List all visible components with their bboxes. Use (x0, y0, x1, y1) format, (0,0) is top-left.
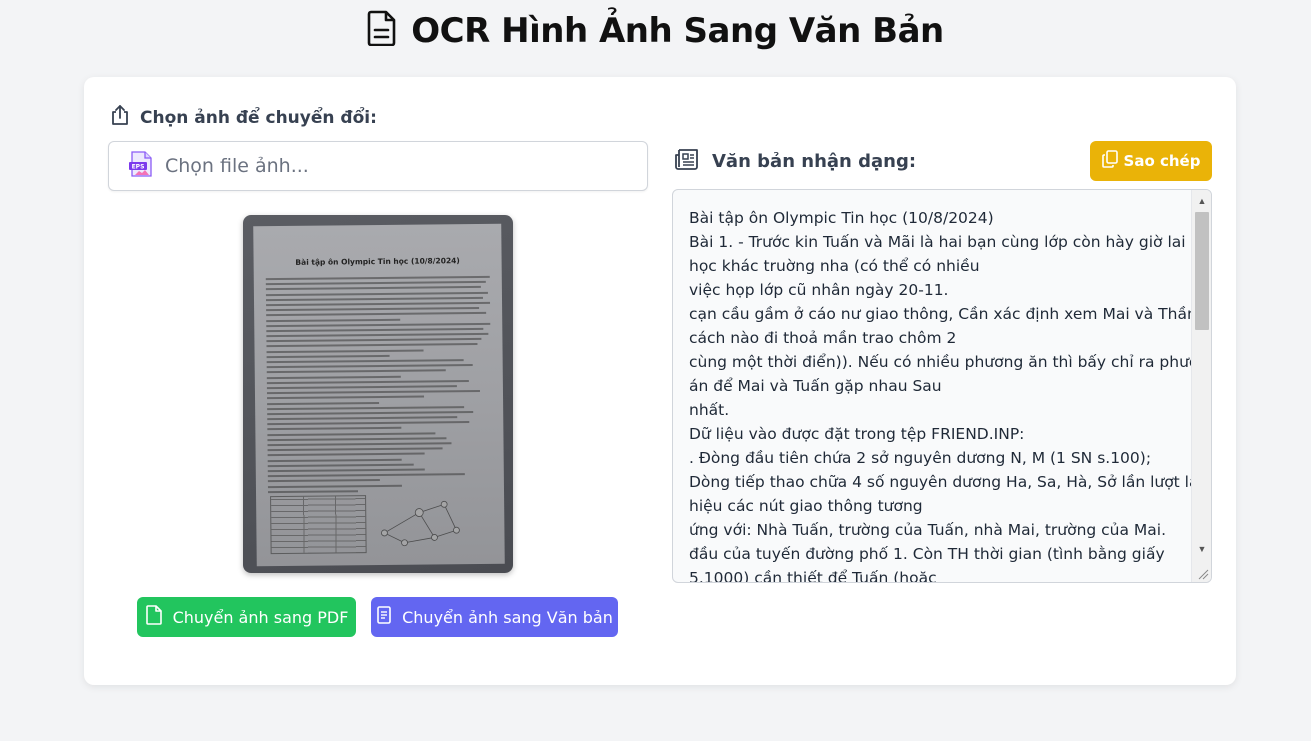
recognized-text-line: việc họp lớp cũ nhân ngày 20-11. (689, 281, 949, 299)
recognized-text-line: Bài tập ôn Olympic Tin học (10/8/2024) (689, 209, 994, 227)
convert-to-pdf-button[interactable]: Chuyển ảnh sang PDF (137, 597, 356, 637)
document-photo-line (266, 375, 402, 379)
textarea-scrollbar[interactable]: ▲ ▼ (1191, 190, 1211, 582)
document-photo-line (267, 442, 452, 447)
document-photo-line (267, 484, 403, 488)
upload-icon (110, 104, 130, 131)
document-photo-line (266, 312, 486, 317)
convert-to-text-label: Chuyển ảnh sang Văn bản (402, 607, 613, 627)
copy-button[interactable]: Sao chép (1090, 141, 1212, 181)
document-photo-line (267, 395, 424, 400)
document-photo-line (265, 286, 481, 291)
upload-label-text: Chọn ảnh để chuyển đổi: (140, 107, 377, 128)
document-photo-line (266, 322, 491, 327)
resize-grip-icon[interactable] (1195, 566, 1209, 580)
document-photo-title: Bài tập ôn Olympic Tin học (10/8/2024) (295, 256, 460, 267)
document-photo: Bài tập ôn Olympic Tin học (10/8/2024) (253, 223, 505, 567)
document-photo-line (265, 296, 484, 301)
upload-label: Chọn ảnh để chuyển đổi: (110, 104, 377, 131)
document-photo-line (265, 275, 490, 281)
image-preview: Bài tập ôn Olympic Tin học (10/8/2024) (243, 215, 513, 573)
convert-to-pdf-label: Chuyển ảnh sang PDF (172, 607, 349, 627)
document-photo-line (265, 281, 486, 286)
copy-label: Sao chép (1123, 152, 1201, 170)
image-file-icon: EPS (127, 150, 155, 183)
document-photo-line (266, 307, 479, 312)
recognized-text-line: cùng một thời điển)). Nếu có nhiều phươn… (689, 353, 1212, 371)
document-photo-line (266, 301, 491, 307)
document-photo-line (266, 327, 484, 333)
document-photo-table (270, 495, 367, 555)
document-photo-line (267, 458, 403, 462)
document-photo-line (266, 349, 424, 353)
document-photo-line (267, 463, 414, 467)
document-photo-line (267, 479, 380, 483)
document-photo-line (267, 427, 402, 431)
document-photo-line (265, 291, 488, 296)
document-photo-line (266, 364, 473, 369)
recognized-text-line: Bài 1. - Trước kin Tuấn và Mãi là hai bạ… (689, 233, 1212, 251)
document-photo-graph (381, 500, 460, 547)
svg-text:EPS: EPS (132, 163, 145, 170)
recognized-text-line: 5.1000) cần thiết để Tuấn (hoặc (689, 569, 937, 583)
result-label-text: Văn bản nhận dạng: (712, 151, 917, 172)
convert-to-text-button[interactable]: Chuyển ảnh sang Văn bản (371, 597, 618, 637)
file-text-icon (367, 10, 397, 51)
recognized-text-line: án để Mai và Tuấn gặp nhau Sau (689, 377, 942, 395)
document-photo-line (266, 390, 480, 395)
recognized-text-line: đầu của tuyến đường phố 1. Còn TH thời g… (689, 545, 1165, 563)
document-photo-line (267, 473, 465, 478)
recognized-text-line: nhất. (689, 401, 730, 419)
document-photo-line (267, 421, 469, 426)
document-photo-line (266, 318, 401, 322)
scroll-up-arrow-icon[interactable]: ▲ (1192, 192, 1211, 210)
document-photo-text (265, 275, 492, 496)
recognized-text-line: cạn cầu gầm ở cáo nư giao thông, Cần xác… (689, 305, 1212, 323)
file-icon (145, 605, 163, 629)
document-photo-line (267, 452, 425, 457)
recognized-text-line: . Đòng đầu tiên chứa 2 sở nguyên dương N… (689, 449, 1152, 467)
scroll-thumb[interactable] (1195, 212, 1209, 330)
recognized-text-line: ứng với: Nhà Tuấn, trường của Tuấn, nhà … (689, 521, 1167, 539)
document-photo-line (266, 332, 489, 338)
copy-icon (1101, 150, 1118, 172)
document-photo-line (267, 447, 443, 452)
recognized-text-area[interactable]: Bài tập ôn Olympic Tin học (10/8/2024) Bà… (672, 189, 1212, 583)
document-photo-line (266, 343, 478, 348)
document-photo-line (266, 369, 446, 374)
recognized-text-line: Dữ liệu vào được đặt trong tệp FRIEND.IN… (689, 425, 1025, 443)
document-photo-line (267, 416, 458, 421)
document-photo-line (267, 401, 380, 405)
recognized-text-line: cách nào đi thoả mần trao chôm 2 (689, 329, 957, 347)
recognized-text-line: hiệu các nút giao thông tương (689, 497, 923, 515)
file-input-placeholder: Chọn file ảnh... (165, 155, 309, 177)
document-photo-line (267, 489, 358, 493)
document-photo-line (267, 405, 465, 410)
scroll-down-arrow-icon[interactable]: ▼ (1192, 540, 1211, 558)
recognized-text-line: Dòng tiếp thao chữa 4 số nguyên dương Ha… (689, 473, 1212, 491)
newspaper-icon (674, 147, 700, 176)
document-photo-line (266, 359, 464, 364)
page-title: OCR Hình Ảnh Sang Văn Bản (411, 10, 944, 51)
document-photo-line (266, 379, 469, 384)
document-photo-line (267, 410, 474, 416)
document-photo-line (266, 385, 458, 390)
file-text-small-icon (376, 606, 392, 628)
converter-card: Chọn ảnh để chuyển đổi: EPS Chọn file ản… (84, 77, 1236, 685)
recognized-text: Bài tập ôn Olympic Tin học (10/8/2024) Bà… (689, 206, 1212, 583)
document-photo-line (266, 338, 482, 343)
document-photo-line (267, 432, 436, 436)
result-label: Văn bản nhận dạng: (674, 147, 916, 176)
document-photo-line (267, 437, 447, 441)
page-header: OCR Hình Ảnh Sang Văn Bản (0, 10, 1311, 51)
file-input[interactable]: EPS Chọn file ảnh... (108, 141, 648, 191)
recognized-text-line: học khác truờng nha (có thể có nhiều (689, 257, 980, 275)
document-photo-line (266, 354, 390, 358)
document-photo-line (267, 468, 425, 473)
